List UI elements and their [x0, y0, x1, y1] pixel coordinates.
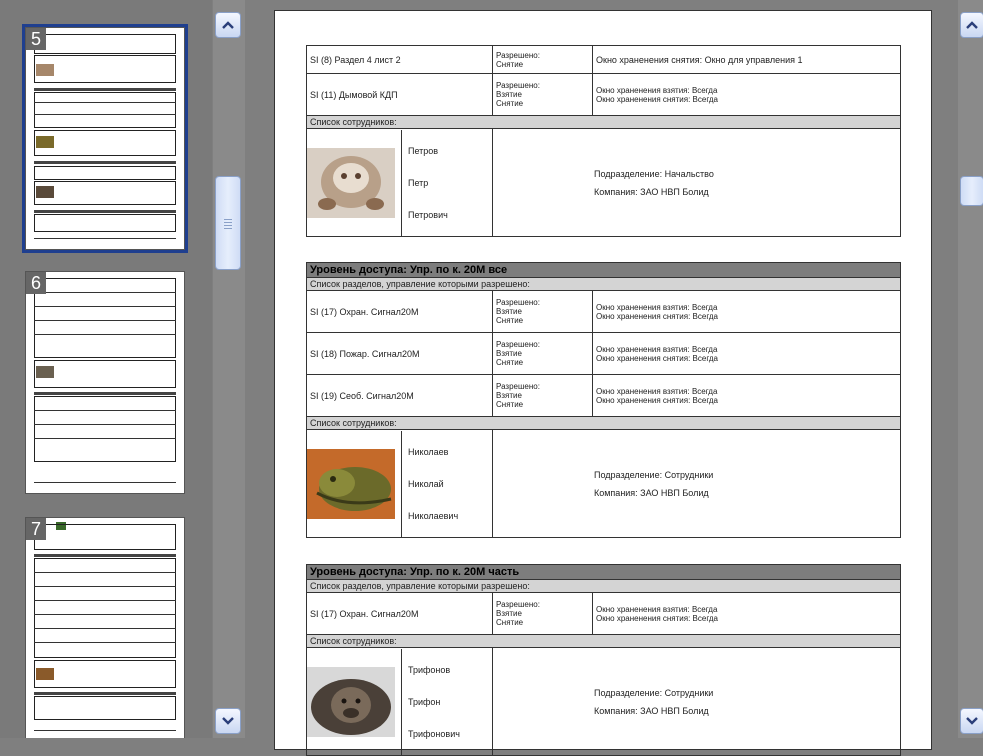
cat-photo: [307, 147, 395, 218]
page-number-badge: 6: [26, 272, 47, 294]
chevron-up-icon[interactable]: [960, 12, 983, 38]
person-last-name: Николаев: [408, 446, 449, 457]
scroll-thumb[interactable]: [215, 176, 241, 270]
staff-row: Николаев Николай Николаевич Подразделени…: [306, 429, 901, 538]
person-last-name: Петров: [408, 145, 439, 156]
sections-list-header: Список разделов, управление которыми раз…: [306, 579, 901, 593]
orangutan-photo: [307, 666, 395, 737]
staff-list-header: Список сотрудников:: [306, 416, 901, 430]
person-department: Подразделение: Сотрудники: [594, 469, 714, 480]
rights-cell: Разрешено: Взятие Снятие: [492, 332, 593, 375]
rights-cell: Разрешено: Взятие Снятие: [492, 592, 593, 635]
person-company: Компания: ЗАО НВП Болид: [594, 487, 709, 498]
access-level-table-1: SI (8) Раздел 4 лист 2 Разрешено: Снятие…: [306, 45, 901, 237]
table-row: SI (19) Сеоб. Сигнал20М Разрешено: Взяти…: [306, 374, 901, 417]
thumbnail-panel: 5 6 7: [0, 0, 212, 738]
rights-cell: Разрешено: Взятие Снятие: [492, 290, 593, 333]
table-row: SI (17) Охран. Сигнал20М Разрешено: Взят…: [306, 290, 901, 333]
chevron-down-icon[interactable]: [215, 708, 241, 734]
page-number-badge: 5: [26, 28, 47, 50]
person-first-name: Трифон: [408, 696, 441, 707]
windows-cell: Окно храненения взятия: Всегда Окно хран…: [592, 374, 901, 417]
access-level-title: Уровень доступа: Упр. по к. 20М часть: [306, 564, 901, 580]
staff-row: Петров Петр Петрович Подразделение: Нача…: [306, 128, 901, 237]
document-scrollbar[interactable]: [958, 0, 983, 738]
chevron-down-icon[interactable]: [960, 708, 983, 734]
person-company: Компания: ЗАО НВП Болид: [594, 186, 709, 197]
table-row: SI (18) Пожар. Сигнал20М Разрешено: Взят…: [306, 332, 901, 375]
page-thumbnail-5[interactable]: 5: [22, 24, 188, 253]
access-level-table-2: Уровень доступа: Упр. по к. 20М все Спис…: [306, 262, 901, 538]
sections-list-header: Список разделов, управление которыми раз…: [306, 277, 901, 291]
windows-cell: Окно храненения взятия: Всегда Окно хран…: [592, 290, 901, 333]
table-row: SI (11) Дымовой КДП Разрешено: Взятие Сн…: [306, 73, 901, 116]
rights-cell: Разрешено: Взятие Снятие: [492, 374, 593, 417]
table-row: SI (8) Раздел 4 лист 2 Разрешено: Снятие…: [306, 45, 901, 74]
access-level-table-3: Уровень доступа: Упр. по к. 20М часть Сп…: [306, 564, 901, 756]
person-company: Компания: ЗАО НВП Болид: [594, 705, 709, 716]
section-cell: SI (17) Охран. Сигнал20М: [306, 290, 493, 333]
person-first-name: Николай: [408, 478, 444, 489]
person-department: Подразделение: Сотрудники: [594, 687, 714, 698]
windows-cell: Окно храненения взятия: Всегда Окно хран…: [592, 592, 901, 635]
staff-row: Трифонов Трифон Трифонович Подразделение…: [306, 647, 901, 756]
rights-cell: Разрешено: Взятие Снятие: [492, 73, 593, 116]
windows-cell: Окно храненения взятия: Всегда Окно хран…: [592, 332, 901, 375]
person-first-name: Петр: [408, 177, 429, 188]
staff-list-header: Список сотрудников:: [306, 634, 901, 648]
access-level-title: Уровень доступа: Упр. по к. 20М все: [306, 262, 901, 278]
staff-list-header: Список сотрудников:: [306, 115, 901, 129]
section-cell: SI (17) Охран. Сигнал20М: [306, 592, 493, 635]
page-thumbnail-6[interactable]: 6: [25, 271, 185, 494]
lizard-photo: [307, 448, 395, 519]
thumbnail-scrollbar[interactable]: [213, 0, 245, 738]
document-page: SI (8) Раздел 4 лист 2 Разрешено: Снятие…: [274, 10, 932, 756]
section-cell: SI (11) Дымовой КДП: [306, 73, 493, 116]
table-row: SI (17) Охран. Сигнал20М Разрешено: Взят…: [306, 592, 901, 635]
windows-cell: Окно храненения взятия: Всегда Окно хран…: [592, 73, 901, 116]
section-cell: SI (18) Пожар. Сигнал20М: [306, 332, 493, 375]
scroll-thumb[interactable]: [960, 176, 983, 206]
person-department: Подразделение: Начальство: [594, 168, 714, 179]
windows-cell: Окно храненения снятия: Окно для управле…: [592, 45, 901, 74]
person-middle-name: Петрович: [408, 209, 448, 220]
person-middle-name: Николаевич: [408, 510, 459, 521]
chevron-up-icon[interactable]: [215, 12, 241, 38]
page-number-badge: 7: [26, 518, 47, 540]
rights-cell: Разрешено: Снятие: [492, 45, 593, 74]
person-last-name: Трифонов: [408, 664, 451, 675]
section-cell: SI (8) Раздел 4 лист 2: [306, 45, 493, 74]
page-thumbnail-7[interactable]: 7: [25, 517, 185, 738]
person-middle-name: Трифонович: [408, 728, 460, 739]
section-cell: SI (19) Сеоб. Сигнал20М: [306, 374, 493, 417]
